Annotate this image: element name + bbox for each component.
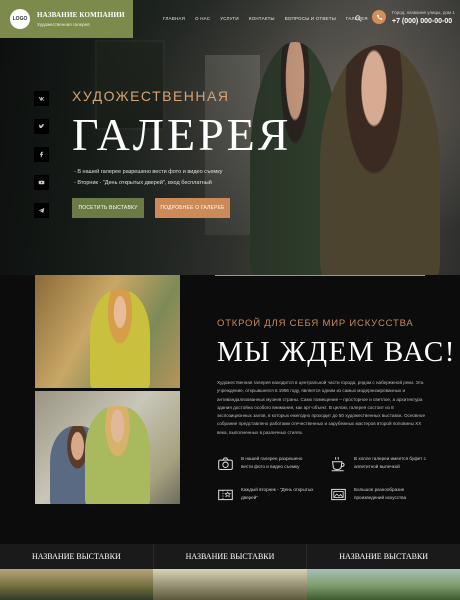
hero-bullets: - В нашей галерее разрешено вести фото и… bbox=[74, 167, 222, 189]
feature-text: В нашей галерее разрешено вести фото и в… bbox=[241, 456, 303, 469]
vk-icon[interactable] bbox=[34, 91, 49, 106]
phone-button[interactable] bbox=[372, 10, 386, 24]
exhibition-image[interactable] bbox=[307, 569, 460, 600]
exhibition-tab[interactable]: НАЗВАНИЕ ВЫСТАВКИ bbox=[0, 544, 154, 569]
exhibition-tab[interactable]: НАЗВАНИЕ ВЫСТАВКИ bbox=[307, 544, 460, 569]
nav-faq[interactable]: Вопросы и ответы bbox=[285, 16, 336, 21]
coffee-icon bbox=[331, 456, 345, 472]
exhibition-image[interactable] bbox=[0, 569, 153, 600]
phone-icon bbox=[376, 14, 382, 20]
about-subtitle: ОТКРОЙ ДЛЯ СЕБЯ МИР ИСКУССТВА bbox=[217, 318, 414, 329]
feature-item: Каждый вторник - "День открытых дверей" bbox=[217, 486, 314, 503]
gallery-photo-woman bbox=[35, 275, 180, 388]
twitter-icon[interactable] bbox=[34, 119, 49, 134]
company-name: НАЗВАНИЕ КОМПАНИИ bbox=[37, 11, 125, 19]
exhibition-tab[interactable]: НАЗВАНИЕ ВЫСТАВКИ bbox=[154, 544, 308, 569]
visit-exhibition-button[interactable]: Посетить выставку bbox=[72, 198, 144, 218]
search-icon[interactable] bbox=[355, 15, 362, 22]
logo: LOGO bbox=[10, 9, 30, 29]
section-divider bbox=[215, 275, 425, 276]
hero-title: ГАЛЕРЕЯ bbox=[72, 109, 292, 160]
exhibition-image[interactable] bbox=[153, 569, 307, 600]
social-links bbox=[34, 91, 49, 218]
logo-block[interactable]: LOGO НАЗВАНИЕ КОМПАНИИ Художественная га… bbox=[0, 0, 133, 38]
about-gallery-button[interactable]: Подробнее о галерее bbox=[155, 198, 230, 218]
gallery-icon bbox=[331, 488, 346, 501]
about-title: МЫ ЖДЕМ ВАС! bbox=[217, 336, 456, 368]
hero-subtitle: ХУДОЖЕСТВЕННАЯ bbox=[72, 88, 230, 104]
gallery-photo-family bbox=[35, 391, 180, 504]
feature-item: В холле галереи имеется буфет с аппетитн… bbox=[330, 455, 427, 472]
nav-services[interactable]: Услуги bbox=[220, 16, 239, 21]
camera-icon bbox=[218, 457, 233, 470]
about-paragraph: Художественная галерея находится в центр… bbox=[217, 380, 425, 435]
phone-number[interactable]: +7 (000) 000-00-00 bbox=[392, 18, 455, 25]
hero-bullet: - Вторник - "День открытых дверей", вход… bbox=[74, 180, 212, 186]
facebook-icon[interactable] bbox=[34, 147, 49, 162]
nav-contacts[interactable]: Контакты bbox=[249, 16, 275, 21]
mother-visitor bbox=[85, 406, 150, 504]
feature-text: В холле галереи имеется буфет с аппетитн… bbox=[354, 456, 426, 469]
hero-bullet: - В нашей галерее разрешено вести фото и… bbox=[74, 169, 223, 175]
logo-text: НАЗВАНИЕ КОМПАНИИ Художественная галерея bbox=[37, 11, 125, 27]
feature-item: Большое разнообразие произведений искусс… bbox=[330, 486, 427, 503]
contact-block: Город, название улицы, дом 1 +7 (000) 00… bbox=[392, 10, 455, 25]
company-slogan: Художественная галерея bbox=[37, 22, 90, 27]
ticket-icon bbox=[218, 489, 233, 501]
main-nav: Главная О нас Услуги Контакты Вопросы и … bbox=[163, 16, 368, 21]
address: Город, название улицы, дом 1 bbox=[392, 10, 455, 15]
woman-visitor bbox=[90, 290, 150, 388]
telegram-icon[interactable] bbox=[34, 203, 49, 218]
feature-item: В нашей галерее разрешено вести фото и в… bbox=[217, 455, 314, 472]
hero-section: LOGO НАЗВАНИЕ КОМПАНИИ Художественная га… bbox=[0, 0, 460, 275]
nav-about[interactable]: О нас bbox=[195, 16, 210, 21]
page: LOGO НАЗВАНИЕ КОМПАНИИ Художественная га… bbox=[0, 0, 460, 600]
youtube-icon[interactable] bbox=[34, 175, 49, 190]
nav-home[interactable]: Главная bbox=[163, 16, 185, 21]
feature-text: Каждый вторник - "День открытых дверей" bbox=[241, 487, 314, 500]
feature-text: Большое разнообразие произведений искусс… bbox=[354, 487, 407, 500]
exhibitions-bar: НАЗВАНИЕ ВЫСТАВКИ НАЗВАНИЕ ВЫСТАВКИ НАЗВ… bbox=[0, 544, 460, 569]
